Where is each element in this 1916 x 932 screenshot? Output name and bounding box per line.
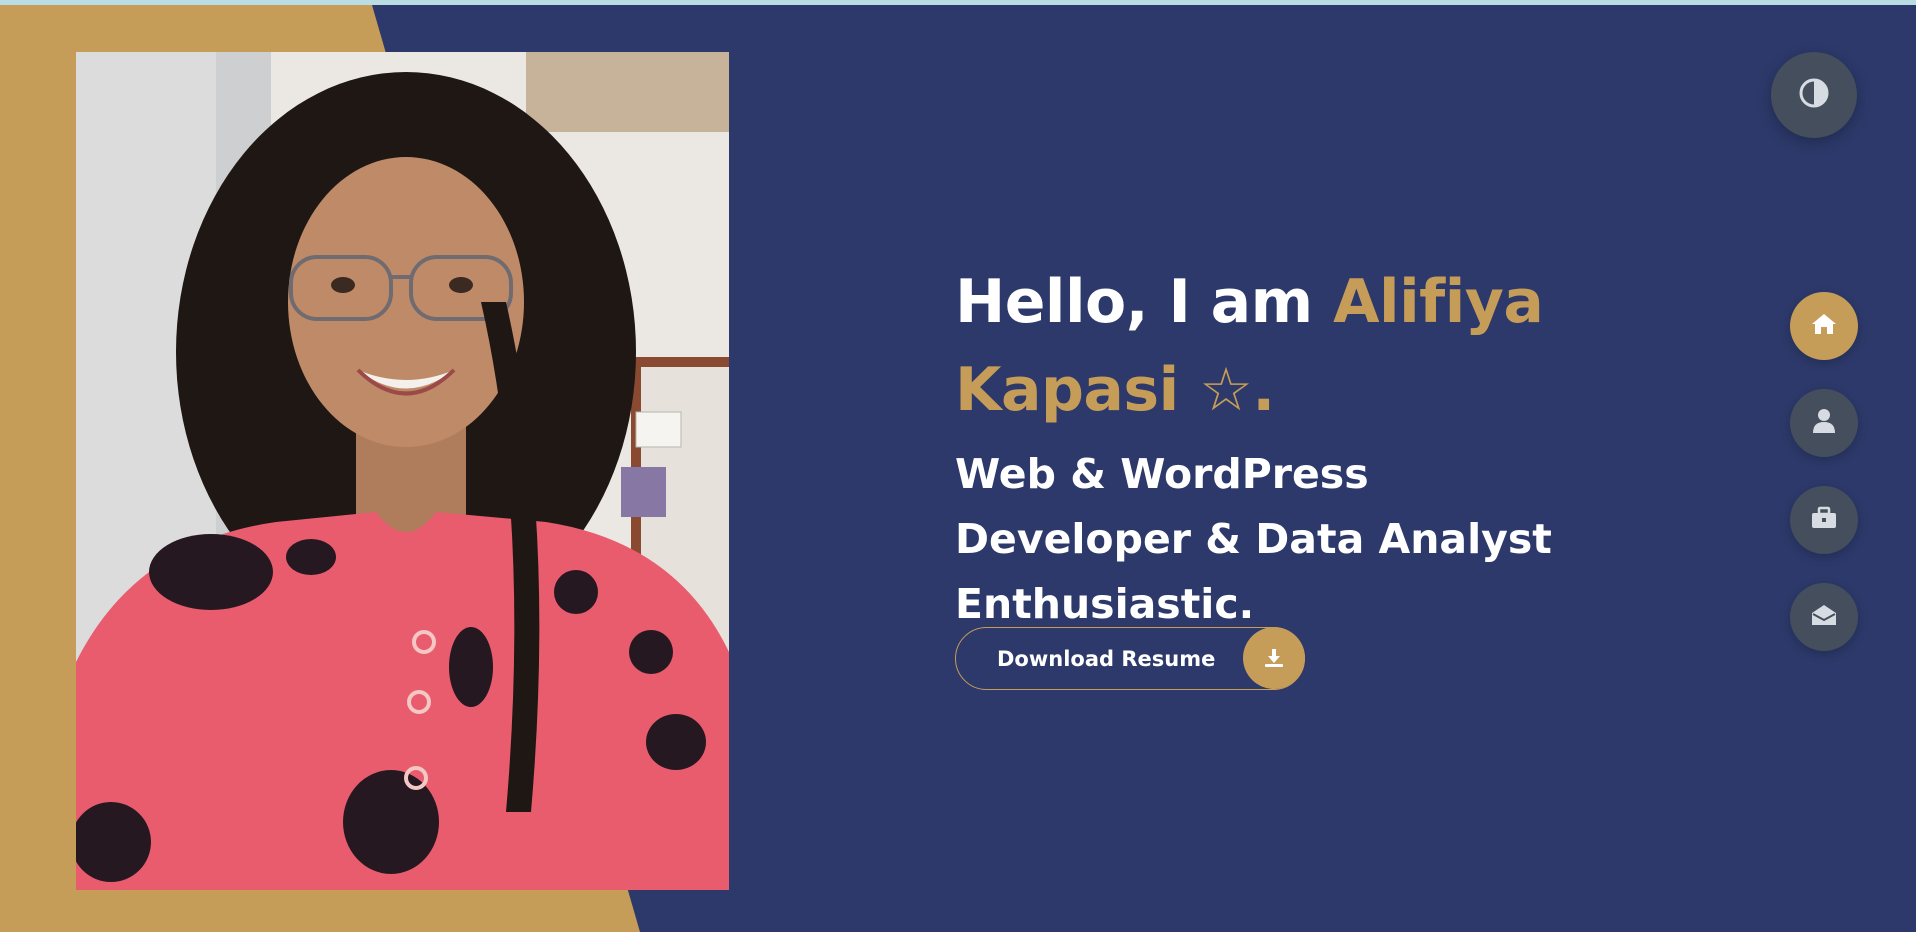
briefcase-icon [1811, 506, 1837, 534]
nav-item-home[interactable] [1790, 292, 1858, 360]
download-resume-button[interactable]: Download Resume [955, 627, 1305, 690]
nav-item-contact[interactable] [1790, 583, 1858, 651]
home-icon [1811, 312, 1837, 340]
hero-section: Hello, I am Alifiya Kapasi ☆. Web & Word… [955, 258, 1655, 637]
hero-subtitle: Web & WordPress Developer & Data Analyst… [955, 450, 1552, 628]
user-icon [1812, 408, 1836, 438]
download-icon [1243, 627, 1305, 689]
envelope-open-icon [1811, 603, 1837, 631]
side-nav [1790, 292, 1858, 680]
theme-toggle-button[interactable] [1771, 52, 1857, 138]
profile-photo [76, 52, 729, 890]
nav-item-portfolio[interactable] [1790, 486, 1858, 554]
download-resume-label: Download Resume [997, 646, 1216, 671]
contrast-icon [1799, 78, 1829, 112]
hero-title-prefix: Hello, I am [955, 267, 1334, 337]
top-strip [0, 0, 1916, 5]
nav-item-about[interactable] [1790, 389, 1858, 457]
hero-title: Hello, I am Alifiya Kapasi ☆. [955, 258, 1655, 434]
